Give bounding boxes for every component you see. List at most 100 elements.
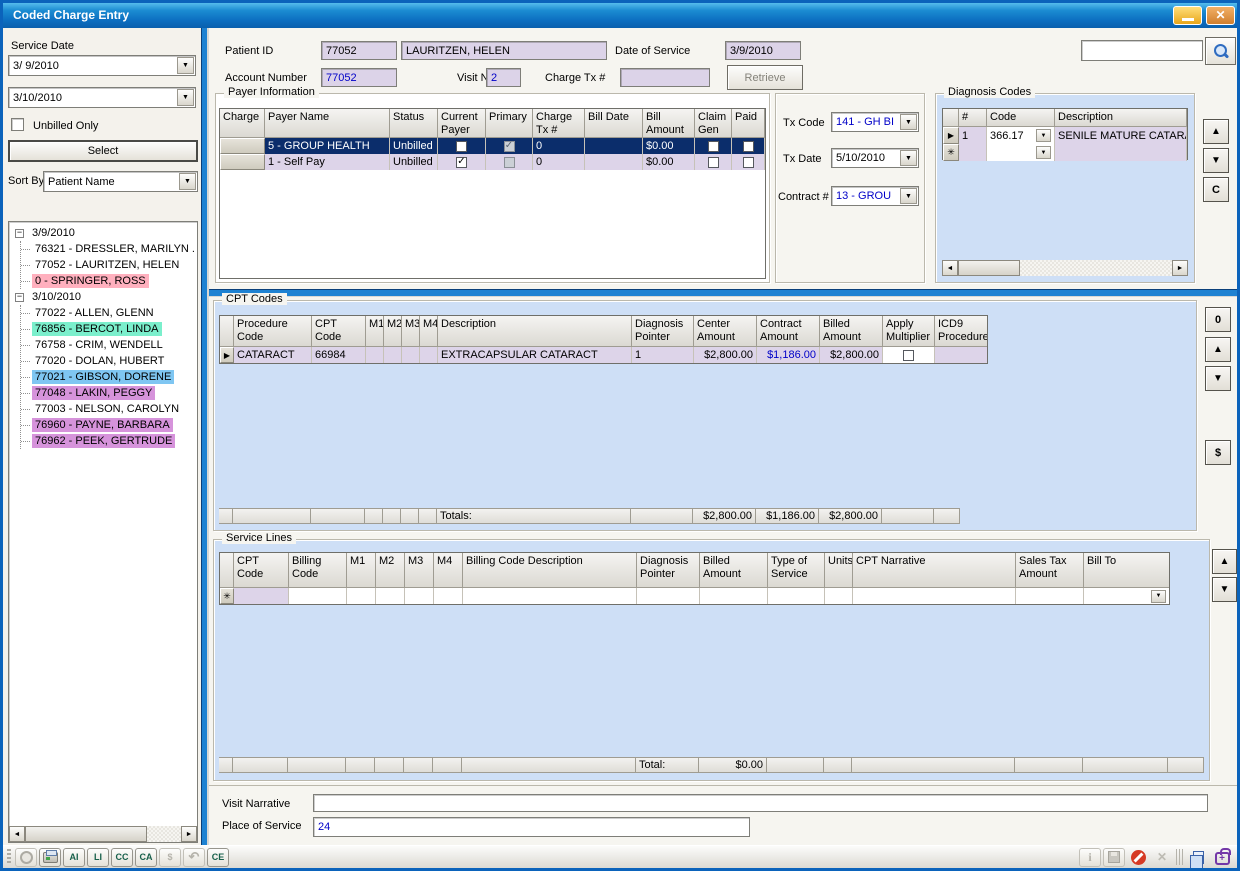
claim-gen-checkbox[interactable]: [708, 141, 719, 152]
patient-id-field[interactable]: 77052: [321, 41, 397, 60]
contract-dropdown[interactable]: 13 - GROU: [831, 186, 919, 206]
dropdown-arrow-icon[interactable]: [177, 57, 194, 74]
dropdown-arrow-icon[interactable]: [1036, 129, 1051, 142]
diagnosis-move-up-button[interactable]: [1203, 119, 1229, 144]
documents-icon: [1193, 851, 1204, 864]
diagnosis-horizontal-scrollbar[interactable]: ◄ ►: [942, 260, 1188, 276]
place-of-service-input[interactable]: [313, 817, 750, 837]
scrollbar-track[interactable]: [1020, 260, 1172, 276]
payer-row[interactable]: 1 - Self Pay Unbilled 0 $0.00: [220, 154, 765, 170]
cancel-button[interactable]: [1127, 848, 1149, 867]
sort-by-dropdown[interactable]: Patient Name: [43, 171, 198, 192]
tree-patient-item[interactable]: 77021 - GIBSON, DORENE: [21, 369, 197, 385]
scroll-right-icon[interactable]: ►: [1172, 260, 1188, 276]
patient-name-field[interactable]: LAURITZEN, HELEN: [401, 41, 607, 60]
visit-narrative-input[interactable]: [313, 794, 1208, 812]
dropdown-arrow-icon[interactable]: [900, 114, 917, 130]
search-input[interactable]: [1081, 40, 1203, 61]
current-payer-checkbox[interactable]: [456, 141, 467, 152]
charge-cell-button[interactable]: [220, 154, 265, 170]
tree-date-node[interactable]: 3/9/2010: [11, 225, 197, 241]
copy-button[interactable]: [1187, 848, 1209, 867]
tree-patient-item[interactable]: 77052 - LAURITZEN, HELEN: [21, 257, 197, 273]
col-cpt-code: CPT Code: [312, 316, 366, 347]
charge-bag-button[interactable]: [1211, 848, 1233, 867]
cpt-move-up-button[interactable]: [1205, 337, 1231, 362]
scroll-left-icon[interactable]: ◄: [942, 260, 958, 276]
diagnosis-clear-button[interactable]: C: [1203, 177, 1229, 202]
ca-button[interactable]: CA: [135, 848, 157, 867]
print-button[interactable]: [39, 848, 61, 867]
tree-patient-item[interactable]: 76856 - BERCOT, LINDA: [21, 321, 197, 337]
service-total-amount: $0.00: [735, 759, 763, 771]
current-payer-checkbox[interactable]: [456, 157, 467, 168]
cc-button[interactable]: CC: [111, 848, 133, 867]
paid-checkbox[interactable]: [743, 157, 754, 168]
service-date-end-dropdown[interactable]: 3/10/2010: [8, 87, 196, 108]
tree-patient-item[interactable]: 0 - SPRINGER, ROSS: [21, 273, 197, 289]
claim-gen-checkbox[interactable]: [708, 157, 719, 168]
cpt-move-down-button[interactable]: [1205, 366, 1231, 391]
tree-patient-item[interactable]: 77022 - ALLEN, GLENN: [21, 305, 197, 321]
col-billed-amount: Billed Amount: [820, 316, 883, 347]
diagnosis-move-down-button[interactable]: [1203, 148, 1229, 173]
tree-patient-item[interactable]: 76321 - DRESSLER, MARILYN .: [21, 241, 197, 257]
toolbar-grip[interactable]: [7, 849, 11, 865]
tree-patient-item[interactable]: 77020 - DOLAN, HUBERT: [21, 353, 197, 369]
diagnosis-new-row[interactable]: [943, 144, 1187, 161]
apply-multiplier-checkbox[interactable]: [903, 350, 914, 361]
diagnosis-row[interactable]: 1 366.17 SENILE MATURE CATARA: [943, 127, 1187, 144]
center-amount: $2,800.00: [704, 349, 753, 361]
charge-tx-field[interactable]: [620, 68, 710, 87]
cpt-dollar-button[interactable]: $: [1205, 440, 1231, 465]
charge-cell-button[interactable]: [220, 138, 265, 154]
dropdown-arrow-icon[interactable]: [1036, 146, 1051, 159]
scrollbar-track[interactable]: [147, 826, 181, 842]
patient-label: 77048 - LAKIN, PEGGY: [32, 386, 155, 400]
dropdown-arrow-icon[interactable]: [900, 188, 917, 204]
cpt-row[interactable]: CATARACT 66984 EXTRACAPSULAR CATARACT 1 …: [220, 347, 987, 363]
close-button[interactable]: [1206, 6, 1235, 25]
scroll-right-icon[interactable]: ►: [181, 826, 197, 842]
visit-number-field[interactable]: 2: [486, 68, 521, 87]
payer-row-selected[interactable]: 5 - GROUP HEALTH Unbilled 0 $0.00: [220, 138, 765, 154]
service-move-up-button[interactable]: [1212, 549, 1237, 574]
tx-date-dropdown[interactable]: 5/10/2010: [831, 148, 919, 168]
scrollbar-thumb[interactable]: [25, 826, 147, 842]
service-move-down-button[interactable]: [1212, 577, 1237, 602]
tree-patient-item[interactable]: 76758 - CRIM, WENDELL: [21, 337, 197, 353]
ce-button[interactable]: CE: [207, 848, 229, 867]
dropdown-arrow-icon[interactable]: [179, 173, 196, 190]
service-date-start-dropdown[interactable]: 3/ 9/2010: [8, 55, 196, 76]
tree-patient-item[interactable]: 76960 - PAYNE, BARBARA: [21, 417, 197, 433]
tree-horizontal-scrollbar[interactable]: ◄ ►: [9, 826, 197, 842]
paid-checkbox[interactable]: [743, 141, 754, 152]
scroll-left-icon[interactable]: ◄: [9, 826, 25, 842]
unbilled-only-checkbox[interactable]: [11, 118, 24, 131]
scrollbar-thumb[interactable]: [958, 260, 1020, 276]
search-button[interactable]: [1205, 37, 1236, 65]
payer-information-group: Payer Information Charge Payer Name Stat…: [215, 93, 770, 283]
service-line-new-row[interactable]: [220, 588, 1169, 604]
collapse-icon[interactable]: [15, 229, 24, 238]
collapse-icon[interactable]: [15, 293, 24, 302]
col-diagnosis-pointer: Diagnosis Pointer: [632, 316, 694, 347]
select-button[interactable]: Select: [8, 140, 198, 162]
tree-patient-item[interactable]: 77048 - LAKIN, PEGGY: [21, 385, 197, 401]
dropdown-arrow-icon[interactable]: [900, 150, 917, 166]
tree-patient-item[interactable]: 76962 - PEEK, GERTRUDE: [21, 433, 197, 449]
account-number-label: Account Number: [225, 72, 307, 84]
tx-date-label: Tx Date: [783, 153, 822, 165]
retrieve-button[interactable]: Retrieve: [727, 65, 803, 90]
tree-patient-item[interactable]: 77003 - NELSON, CAROLYN: [21, 401, 197, 417]
account-number-field[interactable]: 77052: [321, 68, 397, 87]
minimize-button[interactable]: [1173, 6, 1202, 25]
tree-date-node[interactable]: 3/10/2010: [11, 289, 197, 305]
date-of-service-field[interactable]: 3/9/2010: [725, 41, 801, 60]
ai-button[interactable]: AI: [63, 848, 85, 867]
li-button[interactable]: LI: [87, 848, 109, 867]
cpt-zero-button[interactable]: 0: [1205, 307, 1231, 332]
dropdown-arrow-icon[interactable]: [177, 89, 194, 106]
dropdown-arrow-icon[interactable]: [1151, 590, 1166, 603]
tx-code-dropdown[interactable]: 141 - GH BI: [831, 112, 919, 132]
